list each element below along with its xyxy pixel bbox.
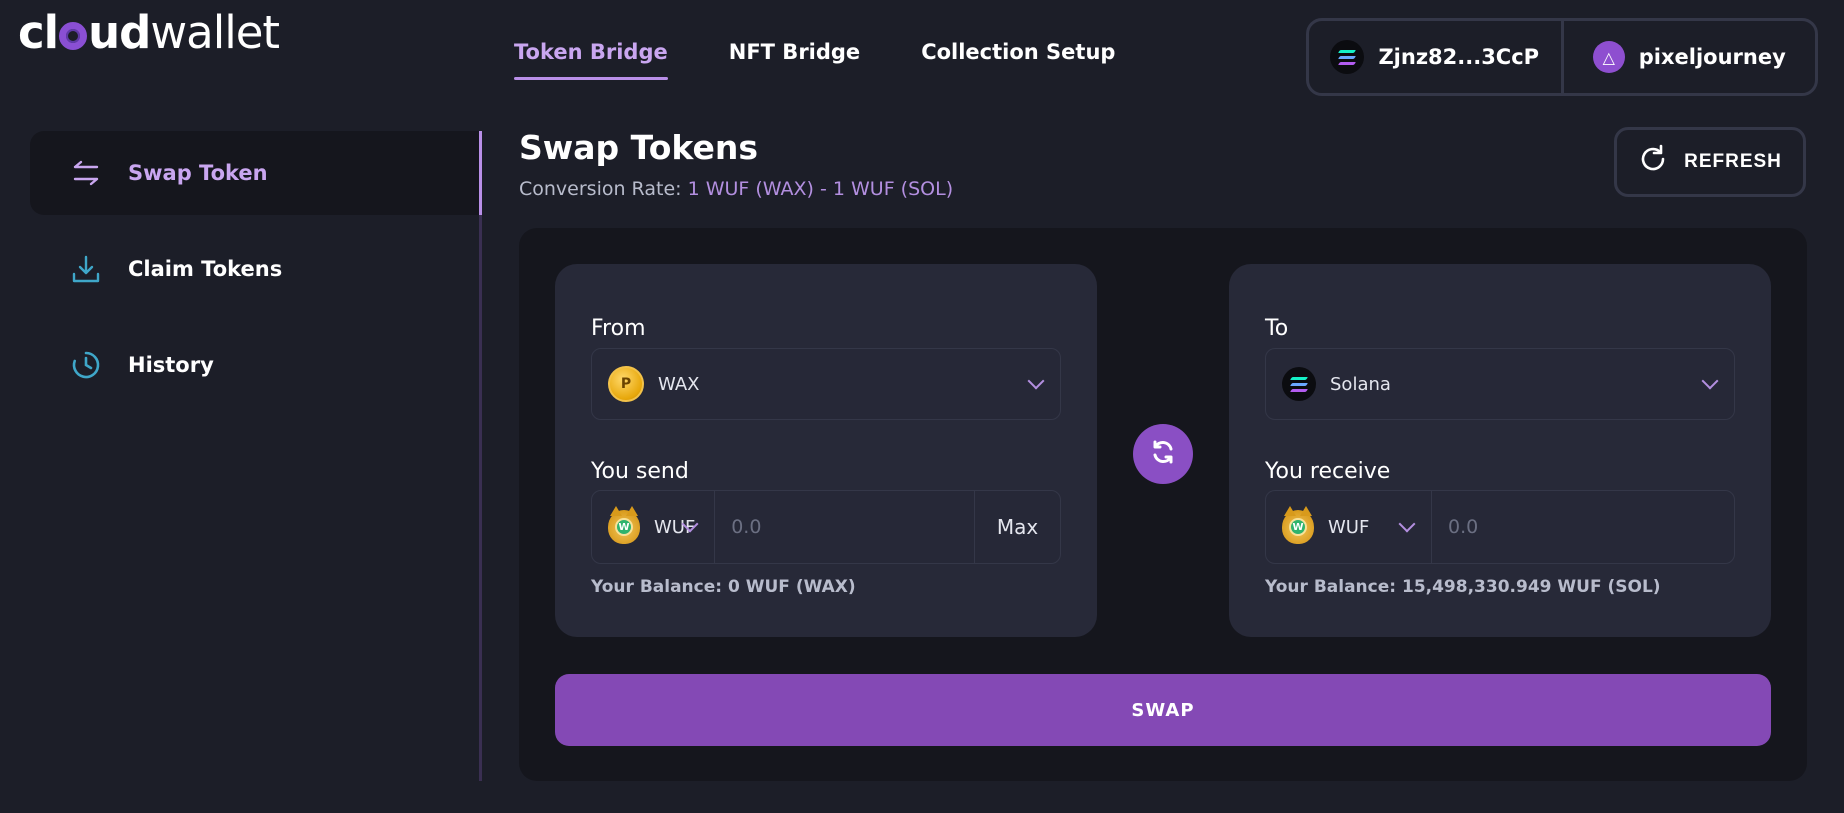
receive-label: You receive (1265, 459, 1391, 484)
connected-wallets: Zjnz82...3CcP △ pixeljourney (1306, 18, 1818, 96)
solana-address: Zjnz82...3CcP (1378, 45, 1540, 69)
sidebar-item-label: History (128, 353, 214, 377)
logo-text-cl: cl (18, 6, 59, 59)
receive-amount-row: W WUF (1265, 490, 1735, 564)
sidebar-item-history[interactable]: History (30, 323, 482, 407)
switch-arrows-icon (1150, 439, 1176, 469)
wax-account-name: pixeljourney (1638, 45, 1786, 69)
wuf-token-icon: W (1282, 506, 1314, 544)
max-button[interactable]: Max (974, 491, 1060, 563)
to-chain-value: Solana (1330, 373, 1391, 395)
sidebar-item-label: Claim Tokens (128, 257, 283, 281)
conversion-rate-value: 1 WUF (WAX) - 1 WUF (SOL) (687, 178, 954, 200)
sidebar-item-label: Swap Token (128, 161, 268, 185)
send-token-select[interactable]: W WUF (592, 491, 716, 563)
history-clock-icon (70, 349, 102, 381)
from-balance: Your Balance: 0 WUF (WAX) (591, 577, 856, 597)
send-amount-row: W WUF Max (591, 490, 1061, 564)
swap-button[interactable]: SWAP (555, 674, 1771, 746)
to-heading: To (1265, 316, 1289, 341)
download-icon (70, 253, 102, 285)
to-card: To Solana You receive W WUF Your Balance… (1229, 264, 1771, 637)
to-chain-select[interactable]: Solana (1265, 348, 1735, 420)
from-card: From P WAX You send W WUF Max Your Balan… (555, 264, 1097, 637)
send-amount-input[interactable] (715, 491, 975, 563)
conversion-rate-label: Conversion Rate: (519, 178, 682, 200)
receive-amount-input[interactable] (1432, 491, 1734, 563)
account-chain-icon: △ (1592, 41, 1625, 73)
solana-icon (1282, 367, 1316, 401)
tab-nft-bridge[interactable]: NFT Bridge (729, 40, 860, 80)
solana-icon (1330, 40, 1365, 74)
sidebar: Swap Token Claim Tokens History (30, 131, 482, 419)
receive-token-select[interactable]: W WUF (1266, 491, 1432, 563)
sidebar-divider (479, 131, 482, 781)
top-navigation: Token Bridge NFT Bridge Collection Setup (514, 40, 1115, 80)
to-balance: Your Balance: 15,498,330.949 WUF (SOL) (1265, 577, 1661, 597)
logo-ring-icon (59, 21, 88, 50)
tab-collection-setup[interactable]: Collection Setup (921, 40, 1115, 80)
refresh-icon (1638, 144, 1668, 180)
refresh-label: REFRESH (1684, 151, 1782, 172)
wax-coin-icon: P (608, 366, 644, 402)
chevron-down-icon (1027, 372, 1045, 390)
switch-direction-button[interactable] (1133, 424, 1193, 484)
swap-panel: From P WAX You send W WUF Max Your Balan… (519, 228, 1807, 781)
receive-token-value: WUF (1328, 516, 1370, 538)
send-label: You send (591, 459, 689, 484)
refresh-button[interactable]: REFRESH (1614, 127, 1806, 197)
chevron-down-icon (1398, 515, 1416, 533)
tab-token-bridge[interactable]: Token Bridge (514, 40, 668, 80)
wuf-token-icon: W (608, 506, 640, 544)
logo-text-ud: ud (88, 6, 151, 59)
from-chain-value: WAX (658, 373, 700, 395)
solana-wallet-button[interactable]: Zjnz82...3CcP (1309, 21, 1561, 93)
wax-wallet-button[interactable]: △ pixeljourney (1560, 21, 1816, 93)
logo-text-wallet: wallet (150, 6, 280, 59)
cloudwallet-logo[interactable]: cl ud wallet (18, 6, 280, 59)
from-chain-select[interactable]: P WAX (591, 348, 1061, 420)
sidebar-item-swap-token[interactable]: Swap Token (30, 131, 482, 215)
page-title: Swap Tokens (519, 128, 759, 167)
swap-arrows-icon (70, 157, 102, 189)
conversion-rate: Conversion Rate: 1 WUF (WAX) - 1 WUF (SO… (519, 178, 953, 200)
chevron-down-icon (1701, 372, 1719, 390)
from-heading: From (591, 316, 646, 341)
sidebar-item-claim-tokens[interactable]: Claim Tokens (30, 227, 482, 311)
